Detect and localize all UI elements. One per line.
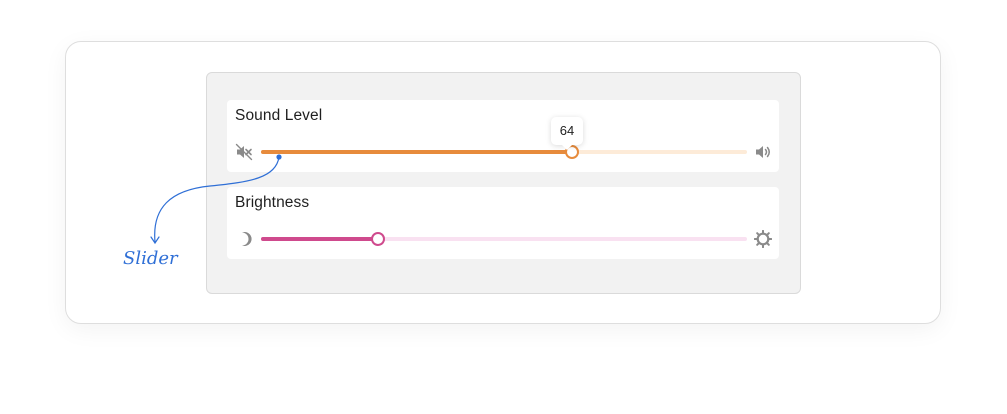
brightness-slider[interactable] xyxy=(261,232,747,246)
sound-level-tooltip: 64 xyxy=(551,117,584,150)
sound-level-title: Sound Level xyxy=(235,107,323,124)
volume-up-icon[interactable] xyxy=(754,143,772,161)
stage: Sound Level 64 Brightness Slider xyxy=(0,0,1007,414)
sound-level-slider[interactable]: 64 xyxy=(261,117,747,159)
sound-level-thumb[interactable]: 64 xyxy=(551,117,584,159)
sound-level-card: Sound Level 64 xyxy=(227,100,779,172)
brightness-fill xyxy=(261,237,378,241)
brightness-thumb[interactable] xyxy=(370,232,385,246)
sound-level-fill xyxy=(261,150,573,154)
sun-icon[interactable] xyxy=(753,229,773,249)
volume-mute-icon[interactable] xyxy=(235,143,253,161)
moon-icon[interactable] xyxy=(235,230,253,248)
annotation-label: Slider xyxy=(123,248,178,269)
brightness-title: Brightness xyxy=(235,194,310,211)
brightness-card: Brightness xyxy=(227,187,779,259)
